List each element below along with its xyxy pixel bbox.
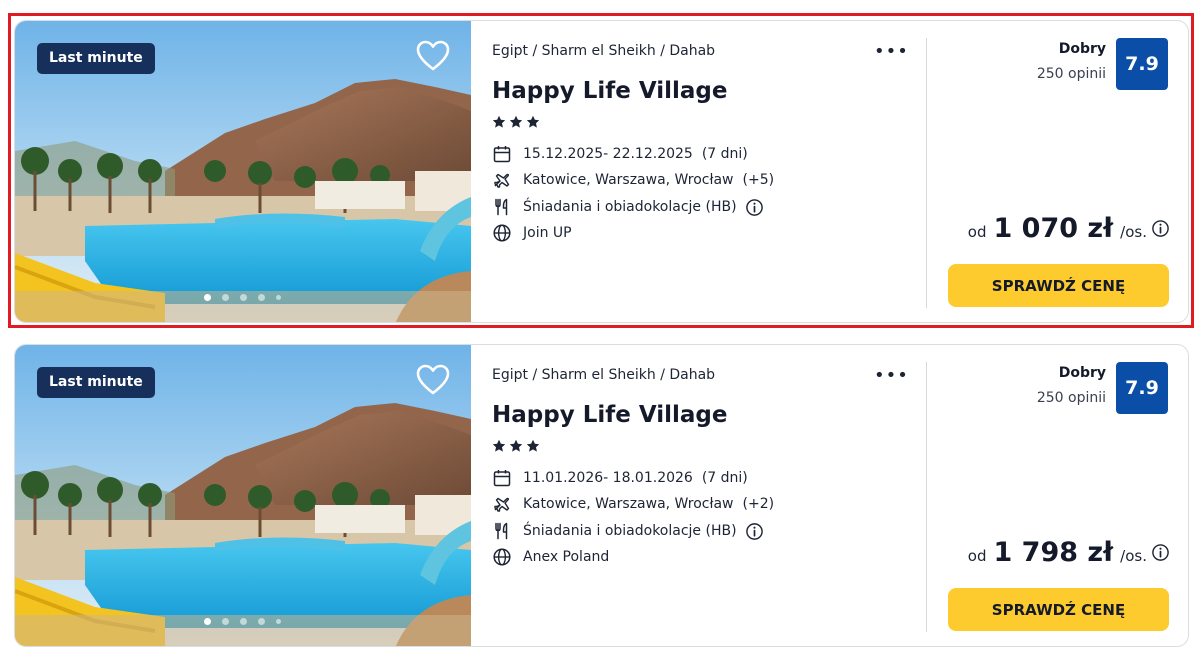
plane-icon: [494, 497, 510, 512]
operator-row: Anex Poland: [492, 546, 609, 568]
price-prefix: od: [967, 223, 987, 241]
price-amount: 1 798 zł: [993, 537, 1114, 568]
travel-dates: 15.12.2025- 22.12.2025: [523, 146, 693, 162]
gallery-dot[interactable]: [276, 295, 281, 300]
operator-row: Join UP: [492, 222, 572, 244]
star-icon: [492, 439, 506, 452]
last-minute-badge: Last minute: [37, 367, 155, 398]
location-breadcrumb[interactable]: Egipt / Sharm el Sheikh / Dahab: [492, 43, 715, 59]
info-icon[interactable]: [1151, 543, 1170, 562]
gallery-dot[interactable]: [240, 294, 247, 301]
cutlery-icon: [495, 198, 508, 216]
more-airports-count[interactable]: (+2): [743, 496, 775, 512]
offer-info: Egipt / Sharm el Sheikh / Dahab ••• Happ…: [492, 21, 912, 322]
departure-airports: Katowice, Warszawa, Wrocław: [523, 496, 734, 512]
travel-dates: 11.01.2026- 18.01.2026: [523, 470, 693, 486]
hotel-photo[interactable]: Last minute: [15, 345, 471, 646]
plane-icon: [494, 173, 510, 188]
star-icon: [526, 439, 540, 452]
board-row: Śniadania i obiadokolacje (HB): [492, 196, 764, 218]
star-icon: [509, 439, 523, 452]
hotel-name[interactable]: Happy Life Village: [492, 78, 727, 104]
location-breadcrumb[interactable]: Egipt / Sharm el Sheikh / Dahab: [492, 367, 715, 383]
rating-score: 7.9: [1116, 38, 1168, 90]
price-line: od 1 070 zł /os.: [968, 213, 1170, 244]
page-top-edge: [0, 0, 1200, 6]
globe-icon: [493, 224, 511, 242]
trip-duration: (7 dni): [701, 470, 748, 486]
board-type: Śniadania i obiadokolacje (HB): [523, 523, 737, 539]
rating-label: Dobry: [1058, 41, 1106, 57]
hotel-photo[interactable]: Last minute: [15, 21, 471, 322]
more-dots-icon[interactable]: •••: [874, 365, 909, 386]
board-type: Śniadania i obiadokolacje (HB): [523, 199, 737, 215]
price-per-person: /os.: [1120, 223, 1147, 241]
info-icon[interactable]: [745, 522, 764, 541]
trip-duration: (7 dni): [701, 146, 748, 162]
date-row: 15.12.2025- 22.12.2025 (7 dni): [492, 143, 748, 165]
badge-label: Last minute: [49, 374, 143, 390]
tour-operator: Anex Poland: [523, 549, 610, 565]
offer-card[interactable]: Last minute Egipt / Sharm el Sheikh / Da…: [14, 344, 1189, 647]
rating-score: 7.9: [1116, 362, 1168, 414]
gallery-dot[interactable]: [222, 294, 229, 301]
gallery-dot[interactable]: [258, 618, 265, 625]
globe-icon: [493, 548, 511, 566]
tour-operator: Join UP: [523, 225, 572, 241]
more-airports-count[interactable]: (+5): [743, 172, 775, 188]
gallery-dot[interactable]: [258, 294, 265, 301]
price-prefix: od: [967, 547, 987, 565]
more-dots-icon[interactable]: •••: [874, 41, 909, 62]
price-per-person: /os.: [1120, 547, 1147, 565]
departure-airports: Katowice, Warszawa, Wrocław: [523, 172, 734, 188]
gallery-dot[interactable]: [240, 618, 247, 625]
cutlery-icon: [495, 522, 508, 540]
calendar-icon: [493, 146, 511, 163]
gallery-pagination: [204, 618, 281, 625]
heart-icon[interactable]: [415, 363, 451, 397]
info-icon[interactable]: [1151, 219, 1170, 238]
gallery-dot[interactable]: [222, 618, 229, 625]
hotel-stars: [492, 115, 540, 129]
date-row: 11.01.2026- 18.01.2026 (7 dni): [492, 467, 748, 489]
calendar-icon: [493, 470, 511, 487]
badge-label: Last minute: [49, 50, 143, 66]
review-count[interactable]: 250 opinii: [1037, 390, 1106, 406]
board-row: Śniadania i obiadokolacje (HB): [492, 520, 764, 542]
gallery-pagination: [204, 294, 281, 301]
review-count[interactable]: 250 opinii: [1037, 66, 1106, 82]
price-line: od 1 798 zł /os.: [968, 537, 1170, 568]
departure-row: Katowice, Warszawa, Wrocław (+5): [492, 169, 774, 191]
offer-info: Egipt / Sharm el Sheikh / Dahab ••• Happ…: [492, 345, 912, 646]
gallery-dot[interactable]: [276, 619, 281, 624]
price-column: Dobry 250 opinii 7.9 od 1 070 zł /os. SP…: [927, 21, 1188, 322]
hotel-name[interactable]: Happy Life Village: [492, 402, 727, 428]
offer-card[interactable]: Last minute Egipt / Sharm el Sheikh / Da…: [14, 20, 1189, 323]
star-icon: [492, 115, 506, 128]
price-amount: 1 070 zł: [993, 213, 1114, 244]
heart-icon[interactable]: [415, 39, 451, 73]
star-icon: [526, 115, 540, 128]
info-icon[interactable]: [745, 198, 764, 217]
hotel-stars: [492, 439, 540, 453]
gallery-dot[interactable]: [204, 294, 211, 301]
check-price-button[interactable]: SPRAWDŹ CENĘ: [948, 588, 1169, 631]
departure-row: Katowice, Warszawa, Wrocław (+2): [492, 493, 774, 515]
last-minute-badge: Last minute: [37, 43, 155, 74]
price-column: Dobry 250 opinii 7.9 od 1 798 zł /os. SP…: [927, 345, 1188, 646]
rating-label: Dobry: [1058, 365, 1106, 381]
check-price-button[interactable]: SPRAWDŹ CENĘ: [948, 264, 1169, 307]
star-icon: [509, 115, 523, 128]
gallery-dot[interactable]: [204, 618, 211, 625]
